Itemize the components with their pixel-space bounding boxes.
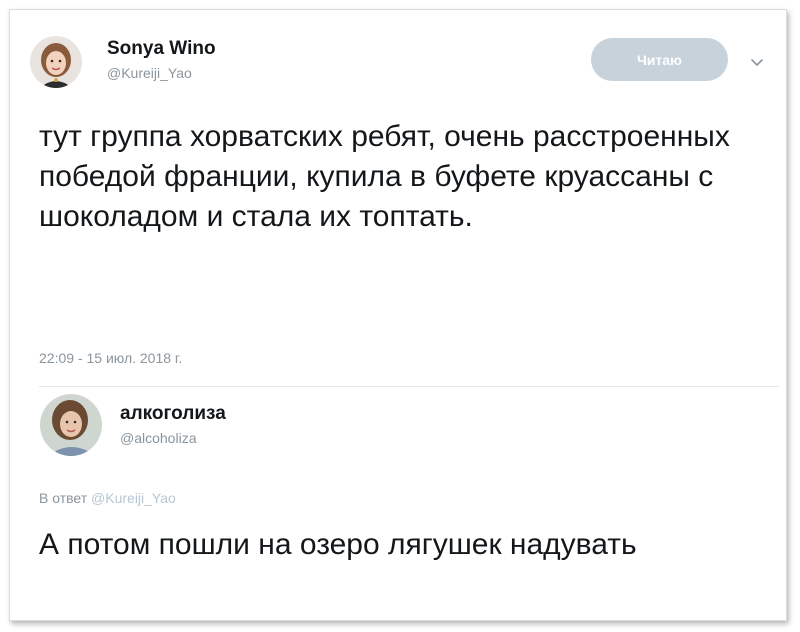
reply-to-handle[interactable]: @Kureiji_Yao	[91, 490, 176, 506]
follow-button[interactable]: Читаю	[591, 38, 728, 81]
author-handle[interactable]: @Kureiji_Yao	[107, 65, 192, 81]
author-name[interactable]: Sonya Wino	[107, 38, 216, 60]
reply-prefix: В ответ	[39, 490, 88, 506]
reply-avatar[interactable]	[40, 394, 102, 456]
chevron-down-icon[interactable]	[751, 59, 763, 67]
reply-text: А потом пошли на озеро лягушек надувать	[39, 528, 637, 561]
avatar[interactable]	[30, 36, 82, 88]
follow-button-label: Читаю	[636, 51, 683, 68]
reply-author-handle[interactable]: @alcoholiza	[120, 430, 196, 446]
reply-author-name[interactable]: алкоголиза	[120, 403, 226, 425]
tweet-card: Sonya Wino @Kureiji_Yao Читаю тут группа…	[9, 9, 787, 621]
tweet-timestamp[interactable]: 22:09 - 15 июл. 2018 г.	[39, 350, 182, 366]
divider	[39, 386, 779, 387]
tweet-text: тут группа хорватских ребят, очень расст…	[39, 120, 730, 233]
reply-to-line: В ответ @Kureiji_Yao	[39, 490, 176, 506]
